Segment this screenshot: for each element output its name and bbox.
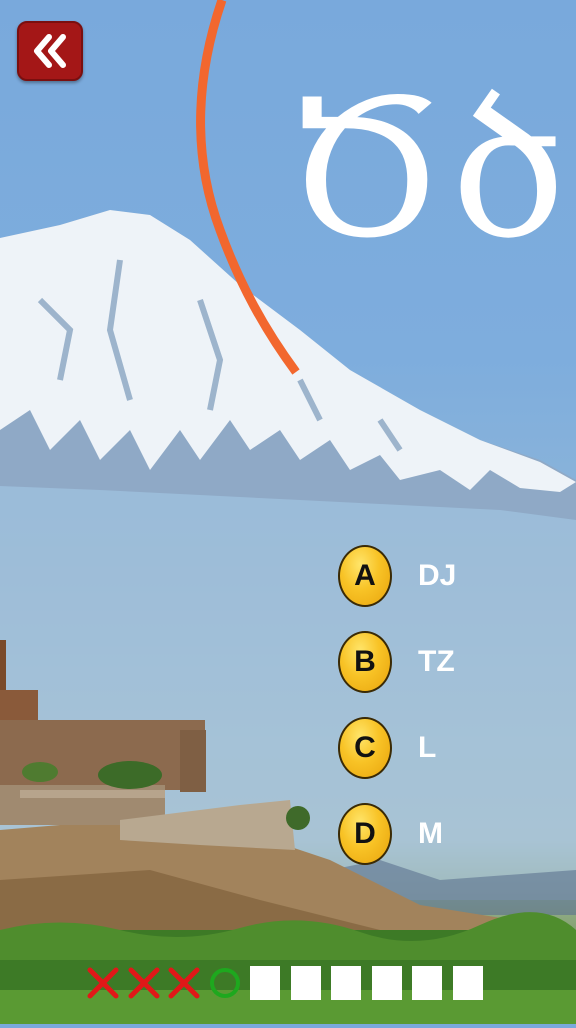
option-b-badge[interactable]: B [338,631,392,693]
option-c-label[interactable]: L [418,731,436,765]
progress-slot-empty [453,966,483,1000]
option-c-badge[interactable]: C [338,717,392,779]
option-a-badge[interactable]: A [338,545,392,607]
progress-slot-wrong [87,966,119,1000]
progress-slot-empty [250,966,280,1000]
progress-slot-wrong [128,966,160,1000]
option-d[interactable]: D M [338,802,558,866]
option-a-label[interactable]: DJ [418,559,456,593]
option-d-badge[interactable]: D [338,803,392,865]
option-d-label[interactable]: M [418,817,443,851]
option-b[interactable]: B TZ [338,630,558,694]
progress-slot-wrong [168,966,200,1000]
wrong-mark-icon [168,967,200,999]
option-a[interactable]: A DJ [338,544,558,608]
progress-slot-empty [331,966,361,1000]
double-chevron-left-icon [34,34,66,68]
option-b-label[interactable]: TZ [418,645,455,679]
back-button[interactable] [17,21,83,81]
progress-tracker [87,966,488,1002]
question-letter: Ծծ [285,59,571,280]
wrong-mark-icon [87,967,119,999]
option-c[interactable]: C L [338,716,558,780]
progress-slot-correct [210,966,240,1000]
progress-slot-empty [412,966,442,1000]
correct-mark-icon [210,968,240,998]
progress-slot-empty [372,966,402,1000]
progress-slot-empty [291,966,321,1000]
wrong-mark-icon [128,967,160,999]
